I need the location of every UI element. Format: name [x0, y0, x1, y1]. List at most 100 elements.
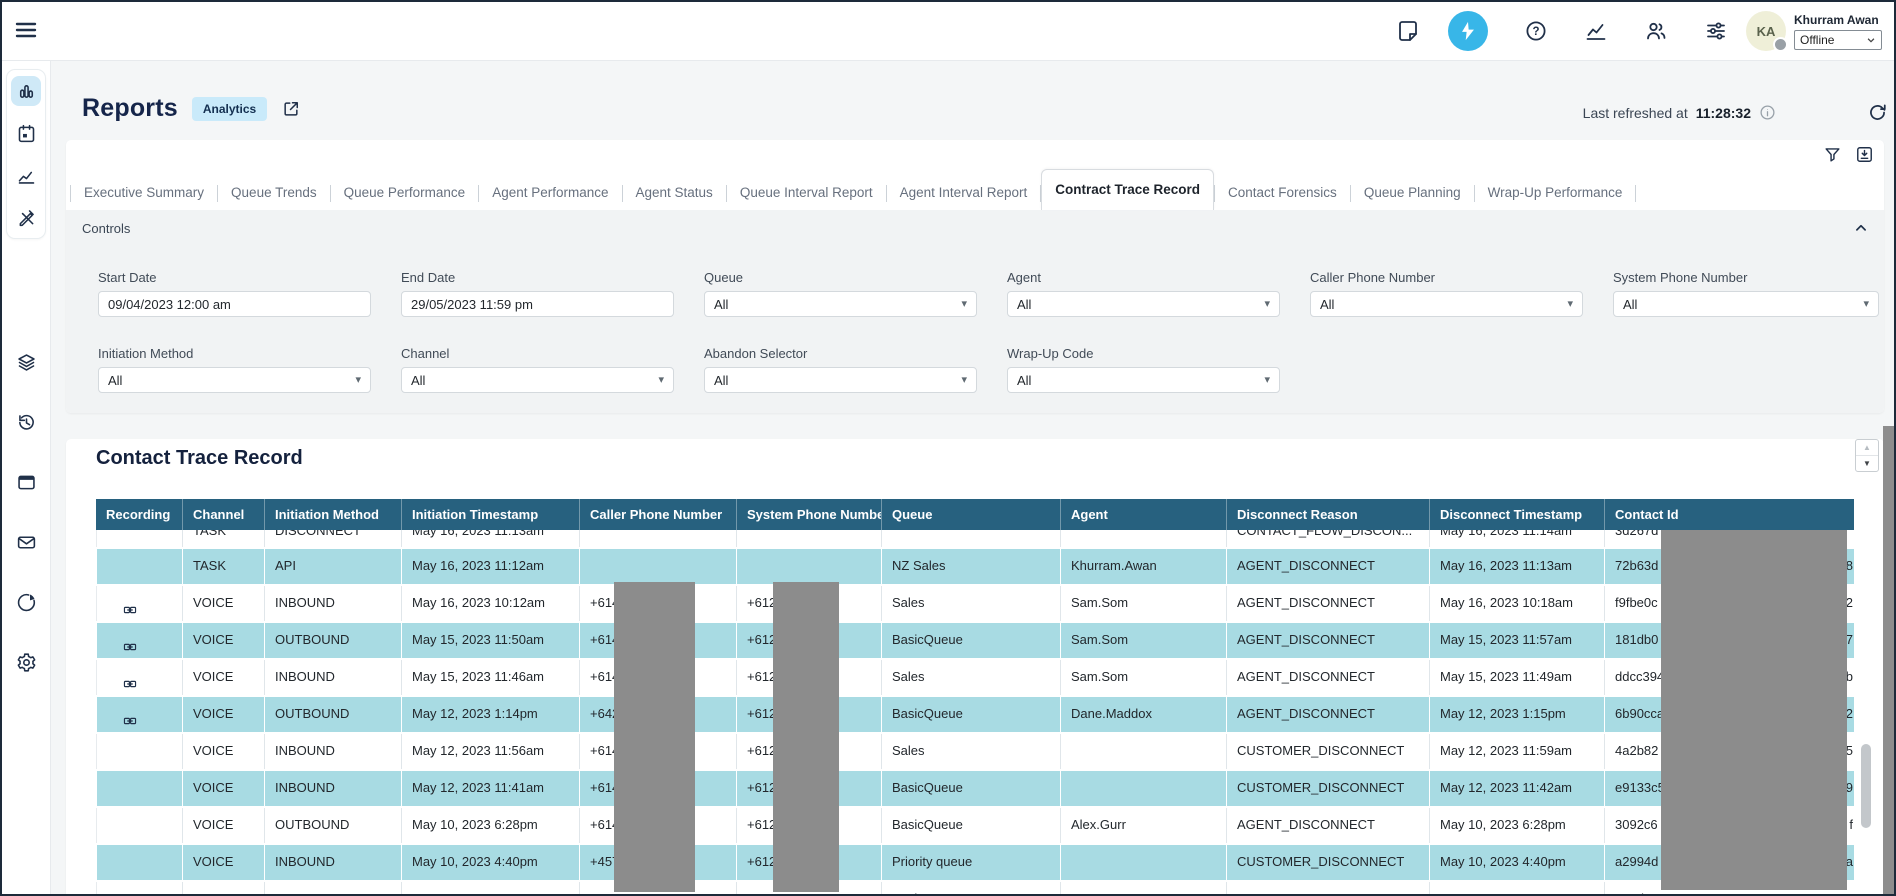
cell-channel: VOICE: [182, 845, 264, 880]
page-scrollbar[interactable]: [1883, 426, 1894, 896]
recording-link-icon[interactable]: [121, 707, 139, 721]
field-select[interactable]: All▾: [98, 367, 371, 393]
avatar[interactable]: KA: [1746, 11, 1786, 51]
field-label: Agent: [1007, 270, 1280, 285]
nav-browser-icon[interactable]: [14, 470, 38, 494]
table-scrollbar-thumb[interactable]: [1861, 744, 1871, 828]
contact-id-text: 6b90cca: [1615, 706, 1664, 721]
nav-performance-icon[interactable]: [11, 160, 41, 190]
tab-contract-trace-record[interactable]: Contract Trace Record: [1041, 169, 1214, 210]
download-icon[interactable]: [1855, 145, 1874, 164]
field-label: Queue: [704, 270, 977, 285]
tab-queue-planning[interactable]: Queue Planning: [1351, 176, 1474, 210]
column-header-system-phone-number[interactable]: System Phone Number: [736, 499, 881, 530]
stepper-down-button[interactable]: ▼: [1856, 456, 1878, 471]
status-value: Offline: [1800, 33, 1834, 47]
tab-queue-performance[interactable]: Queue Performance: [331, 176, 479, 210]
cell-disconnect_timestamp: May 16, 2023 11:13am: [1429, 549, 1604, 584]
field-wrap-up-code: Wrap-Up CodeAll▾: [1007, 346, 1280, 393]
chevron-down-icon: ▾: [961, 375, 967, 386]
field-select[interactable]: All▾: [1007, 291, 1280, 317]
recording-link-icon[interactable]: [121, 670, 139, 684]
cell-recording: [96, 586, 182, 621]
field-select[interactable]: All▾: [1613, 291, 1879, 317]
nav-history-icon[interactable]: [14, 410, 38, 434]
column-header-agent[interactable]: Agent: [1060, 499, 1226, 530]
cell-channel: VOICE: [182, 771, 264, 806]
cell-channel: VOICE: [182, 734, 264, 769]
settings-sliders-icon[interactable]: [1704, 19, 1728, 43]
collapse-chevron-up-icon[interactable]: [1852, 219, 1870, 237]
column-header-recording[interactable]: Recording: [96, 499, 182, 530]
tab-agent-performance[interactable]: Agent Performance: [479, 176, 621, 210]
tab-contact-forensics[interactable]: Contact Forensics: [1215, 176, 1350, 210]
external-link-icon[interactable]: [281, 99, 301, 119]
tab-queue-interval-report[interactable]: Queue Interval Report: [727, 176, 886, 210]
field-agent: Agent All▾: [1007, 270, 1280, 317]
tab-executive-summary[interactable]: Executive Summary: [71, 176, 217, 210]
cell-disconnect_timestamp: May 15, 2023 11:49am: [1429, 660, 1604, 695]
tab-queue-trends[interactable]: Queue Trends: [218, 176, 330, 210]
nav-settings-icon[interactable]: [14, 650, 38, 674]
notes-icon[interactable]: [1396, 19, 1420, 43]
nav-design-icon[interactable]: [11, 202, 41, 232]
field-value: 09/04/2023 12:00 am: [108, 297, 231, 312]
hamburger-menu-icon[interactable]: [14, 18, 38, 42]
status-select[interactable]: Offline: [1794, 30, 1882, 50]
field-select[interactable]: All▾: [1310, 291, 1583, 317]
field-system-phone-number: System Phone NumberAll▾: [1613, 270, 1879, 317]
tab-agent-interval-report[interactable]: Agent Interval Report: [887, 176, 1041, 210]
column-header-initiation-timestamp[interactable]: Initiation Timestamp: [401, 499, 579, 530]
cell-channel: TASK: [182, 549, 264, 584]
table-row: VOICEINBOUNDMay 10, 2023 3:35pm+614+612B…: [96, 882, 1854, 896]
help-icon[interactable]: ?: [1524, 19, 1548, 43]
field-input[interactable]: 09/04/2023 12:00 am: [98, 291, 371, 317]
cell-recording: [96, 660, 182, 695]
field-input[interactable]: 29/05/2023 11:59 pm: [401, 291, 674, 317]
nav-reports-icon[interactable]: [11, 76, 41, 106]
tab-agent-status[interactable]: Agent Status: [623, 176, 726, 210]
column-header-contact-id[interactable]: Contact Id: [1604, 499, 1854, 530]
field-end-date: End Date29/05/2023 11:59 pm: [401, 270, 674, 317]
field-select[interactable]: All▾: [704, 367, 977, 393]
analytics-badge: Analytics: [192, 97, 267, 121]
refresh-icon[interactable]: [1867, 102, 1888, 123]
nav-schedule-icon[interactable]: [11, 118, 41, 148]
cell-disconnect_reason: AGENT_DISCONNECT: [1226, 549, 1429, 584]
column-header-channel[interactable]: Channel: [182, 499, 264, 530]
field-select[interactable]: All▾: [1007, 367, 1280, 393]
cell-disconnect_timestamp: May 12, 2023 1:15pm: [1429, 697, 1604, 732]
column-header-disconnect-reason[interactable]: Disconnect Reason: [1226, 499, 1429, 530]
nav-layers-icon[interactable]: [14, 350, 38, 374]
field-select[interactable]: All▾: [401, 367, 674, 393]
recording-link-icon[interactable]: [121, 596, 139, 610]
users-icon[interactable]: [1644, 19, 1668, 43]
metrics-icon[interactable]: [1584, 19, 1608, 43]
cell-disconnect_reason: AGENT_DISCONNECT: [1226, 623, 1429, 658]
stepper-up-button[interactable]: ▲: [1856, 440, 1878, 456]
cell-recording: [96, 549, 182, 584]
field-value: All: [108, 373, 122, 388]
tab-wrap-up-performance[interactable]: Wrap-Up Performance: [1475, 176, 1636, 210]
contact-id-text: 181db0: [1615, 632, 1658, 647]
filter-icon[interactable]: [1823, 145, 1842, 164]
nav-analytics-pie-icon[interactable]: [14, 590, 38, 614]
boost-flash-icon[interactable]: [1448, 11, 1488, 51]
cell-disconnect_timestamp: May 10, 2023 3:35pm: [1429, 882, 1604, 896]
cell-initiation_method: INBOUND: [264, 845, 401, 880]
cell-disconnect_reason: AGENT_DISCONNECT: [1226, 586, 1429, 621]
field-value: All: [714, 297, 728, 312]
nav-mail-icon[interactable]: [14, 530, 38, 554]
info-icon[interactable]: [1759, 104, 1776, 121]
field-select[interactable]: All▾: [704, 291, 977, 317]
contact-id-text: 3092c6: [1615, 817, 1658, 832]
column-header-caller-phone-number[interactable]: Caller Phone Number: [579, 499, 736, 530]
cell-disconnect_timestamp: May 12, 2023 11:42am: [1429, 771, 1604, 806]
recording-link-icon[interactable]: [121, 633, 139, 647]
cell-agent: Dane.Maddox: [1060, 697, 1226, 732]
column-header-disconnect-timestamp[interactable]: Disconnect Timestamp: [1429, 499, 1604, 530]
column-header-initiation-method[interactable]: Initiation Method: [264, 499, 401, 530]
page-header: Reports Analytics Last refreshed at 11:2…: [66, 60, 1892, 142]
column-header-queue[interactable]: Queue: [881, 499, 1060, 530]
tab-separator: [1635, 185, 1636, 202]
